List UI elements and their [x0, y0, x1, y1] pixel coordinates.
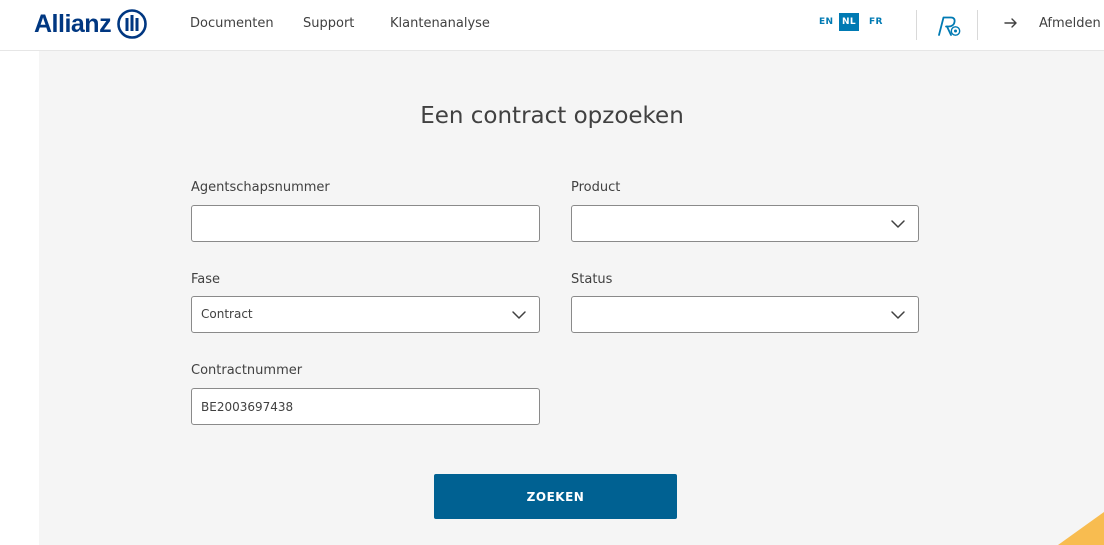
status-label: Status — [571, 272, 613, 287]
phase-select[interactable]: Contract — [191, 296, 540, 333]
contract-number-input[interactable] — [191, 388, 540, 425]
phase-select-value: Contract — [201, 307, 253, 321]
brand-name: Allianz — [34, 9, 112, 38]
phase-label: Fase — [191, 272, 221, 287]
agency-number-label: Agentschapsnummer — [191, 180, 330, 195]
header-divider — [916, 10, 917, 40]
page-title: Een contract opzoeken — [420, 103, 684, 129]
chevron-down-icon — [512, 311, 526, 319]
decorative-corner-shape — [1058, 512, 1104, 545]
status-select[interactable] — [571, 296, 919, 333]
product-select[interactable] — [571, 205, 919, 242]
search-button[interactable]: ZOEKEN — [434, 474, 677, 519]
chevron-down-icon — [891, 311, 905, 319]
header-divider-2 — [977, 10, 978, 40]
language-nl[interactable]: NL — [839, 13, 859, 31]
agency-number-input[interactable] — [191, 205, 540, 242]
product-label: Product — [571, 180, 621, 195]
top-navigation-bar: Allianz Documenten Support Klantenanalys… — [0, 0, 1104, 51]
user-settings-icon[interactable] — [936, 14, 962, 38]
allianz-logo[interactable]: Allianz — [34, 9, 147, 39]
allianz-eagle-icon — [117, 9, 147, 39]
nav-support[interactable]: Support — [303, 16, 354, 31]
language-en[interactable]: EN — [819, 17, 833, 27]
nav-klantenanalyse[interactable]: Klantenanalyse — [390, 16, 490, 31]
arrow-right-icon[interactable] — [1004, 16, 1018, 30]
logout-link[interactable]: Afmelden — [1039, 16, 1101, 31]
nav-documenten[interactable]: Documenten — [190, 16, 274, 31]
language-fr[interactable]: FR — [869, 17, 883, 27]
chevron-down-icon — [891, 220, 905, 228]
contract-number-label: Contractnummer — [191, 363, 303, 378]
